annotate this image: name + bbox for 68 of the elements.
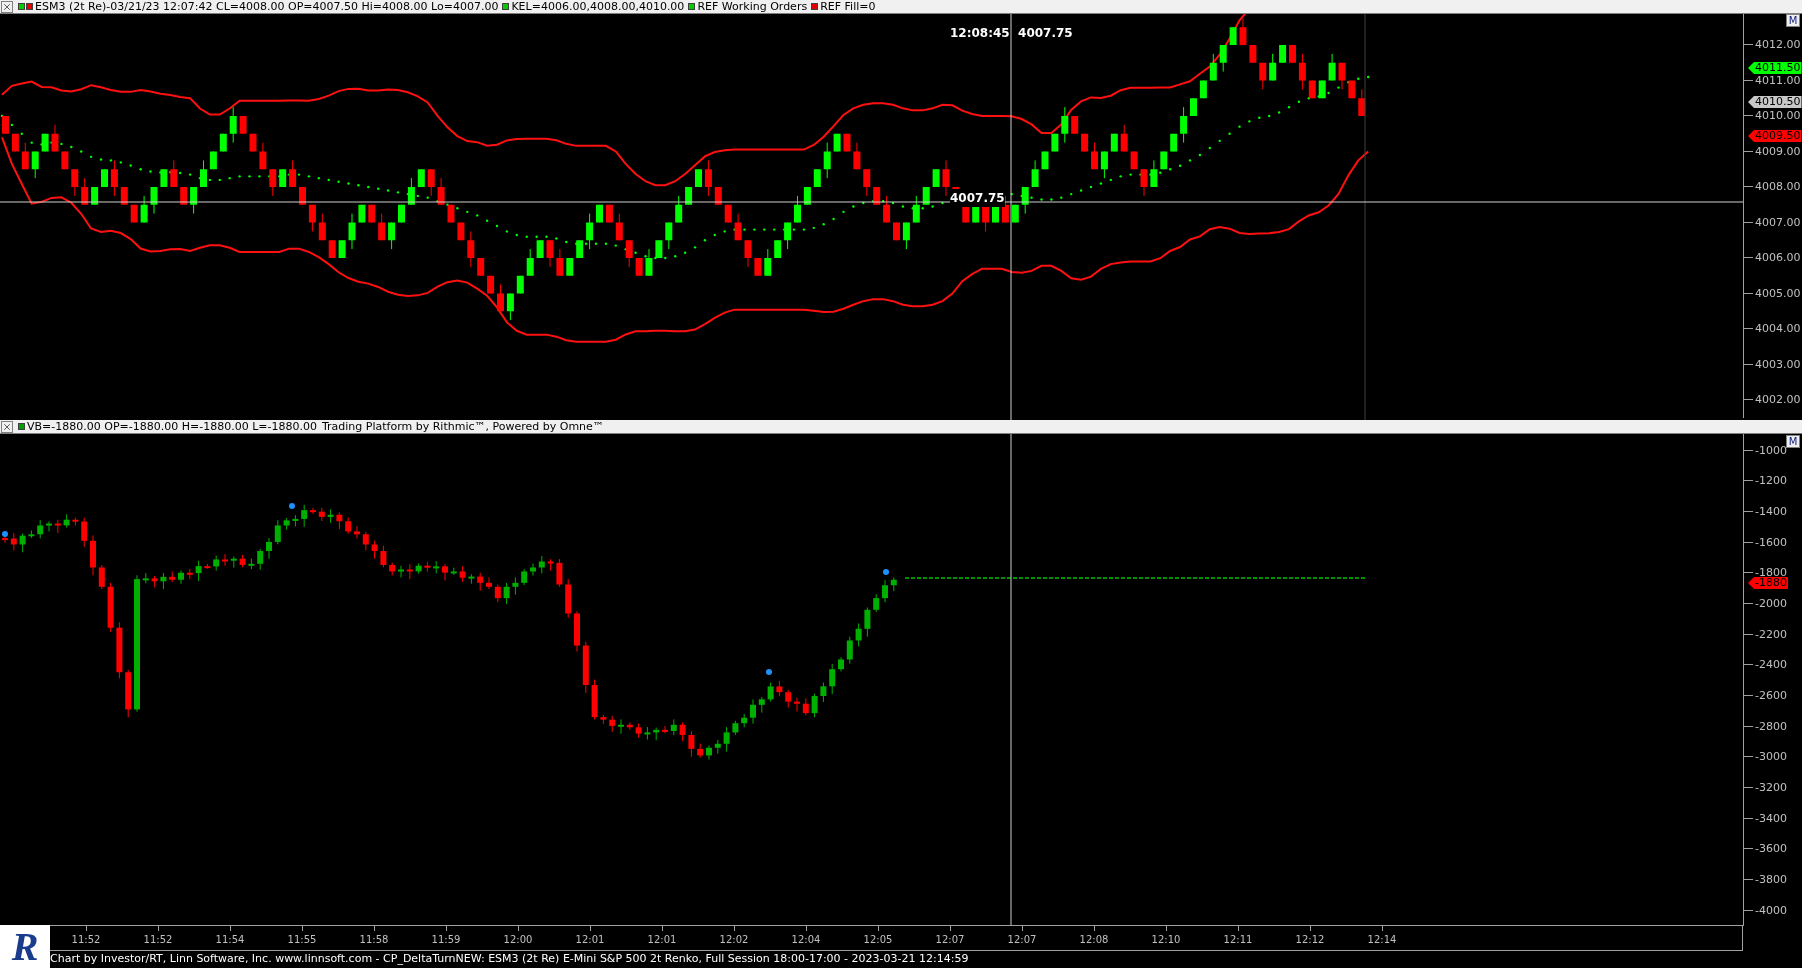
- axis-label: -2000: [1755, 598, 1787, 610]
- axis-label: -1800: [1755, 567, 1787, 579]
- axis-label: -2400: [1755, 659, 1787, 671]
- legend-text: KEL=4006.00,4008.00,4010.00: [511, 1, 685, 12]
- axis-label: 4007.00: [1755, 216, 1801, 228]
- time-label: 11:55: [287, 935, 317, 945]
- time-label: 12:12: [1295, 935, 1325, 945]
- axis-label: 4010.00: [1755, 110, 1801, 122]
- time-label: 12:07: [1007, 935, 1037, 945]
- close-icon[interactable]: [1, 420, 13, 433]
- signal-dot: [289, 503, 295, 509]
- axis-label: -1000: [1755, 444, 1787, 456]
- time-label: 11:54: [215, 935, 245, 945]
- axis-label: -4000: [1755, 904, 1787, 916]
- axis-label: -2600: [1755, 690, 1787, 702]
- time-label: 12:04: [791, 935, 821, 945]
- axis-label: -3600: [1755, 843, 1787, 855]
- signal-dot: [766, 669, 772, 675]
- scale-button[interactable]: M: [1786, 14, 1800, 27]
- signal-dot: [883, 569, 889, 575]
- axis-label: 4003.00: [1755, 358, 1801, 370]
- time-label: 12:01: [575, 935, 605, 945]
- scale-button[interactable]: M: [1786, 435, 1800, 448]
- axis-label: 4009.00: [1755, 145, 1801, 157]
- time-label: 12:00: [503, 935, 533, 945]
- price-tag: 4009.50: [1748, 130, 1802, 142]
- axis-label: 4005.00: [1755, 287, 1801, 299]
- legend-text: REF Fill=0: [820, 1, 876, 12]
- axis-label: -3800: [1755, 874, 1787, 885]
- time-label: 11:52: [143, 935, 173, 945]
- time-label: 12:14: [1367, 935, 1397, 945]
- axis-label: 4002.00: [1755, 394, 1801, 406]
- signal-dot: [2, 531, 8, 537]
- cursor-price-label: 4007.75: [950, 189, 1005, 207]
- time-label: 12:07: [935, 935, 965, 945]
- axis-label: -3200: [1755, 782, 1787, 794]
- crosshair-label: 12:08:45 4007.75: [950, 25, 1073, 42]
- time-label: 12:08: [1079, 935, 1109, 945]
- time-label: 12:11: [1223, 935, 1253, 945]
- axis-label: -1200: [1755, 475, 1787, 487]
- price-tag: 4010.50: [1748, 96, 1802, 108]
- time-label: 11:59: [431, 935, 461, 945]
- axis-label: -1400: [1755, 506, 1787, 518]
- axis-label: 4004.00: [1755, 323, 1801, 335]
- axis-label: -3000: [1755, 751, 1787, 763]
- time-label: 11:58: [359, 935, 389, 945]
- price-tag: -1880: [1748, 577, 1788, 589]
- axis-label: -2800: [1755, 720, 1787, 732]
- time-label: 11:52: [71, 935, 101, 945]
- close-icon[interactable]: [1, 0, 13, 13]
- footer-text: Chart by Investor/RT, Linn Software, Inc. www.linnsoft.com - CP_DeltaTurnNEW: ESM3 (2t Re) E-Mini S&P 500 2t Renko, Full Session 18:00-17:00 - 2023-03-21 12:14:59: [50, 951, 970, 967]
- axis-label: -3400: [1755, 812, 1787, 824]
- price-tag: 4011.50: [1748, 62, 1802, 74]
- legend-text: Trading Platform by Rithmic™, Powered by Omne™: [321, 421, 604, 432]
- axis-label: -1600: [1755, 536, 1787, 548]
- time-label: 12:10: [1151, 935, 1181, 945]
- legend-text: ESM3 (2t Re)-03/21/23 12:07:42 CL=4008.00 OP=4007.50 Hi=4008.00 Lo=4007.00: [35, 1, 499, 12]
- time-label: 12:01: [647, 935, 677, 945]
- time-label: 12:05: [863, 935, 893, 945]
- axis-label: 4011.00: [1755, 74, 1801, 86]
- axis-label: 4006.00: [1755, 252, 1801, 264]
- legend-text: REF Working Orders: [697, 1, 808, 12]
- axis-label: -2200: [1755, 628, 1787, 640]
- axis-label: 4008.00: [1755, 181, 1801, 193]
- axis-label: 4012.00: [1755, 39, 1801, 51]
- legend-text: VB=-1880.00 OP=-1880.00 H=-1880.00 L=-1880.00: [27, 421, 317, 432]
- logo: R: [0, 925, 50, 968]
- time-label: 12:02: [719, 935, 749, 945]
